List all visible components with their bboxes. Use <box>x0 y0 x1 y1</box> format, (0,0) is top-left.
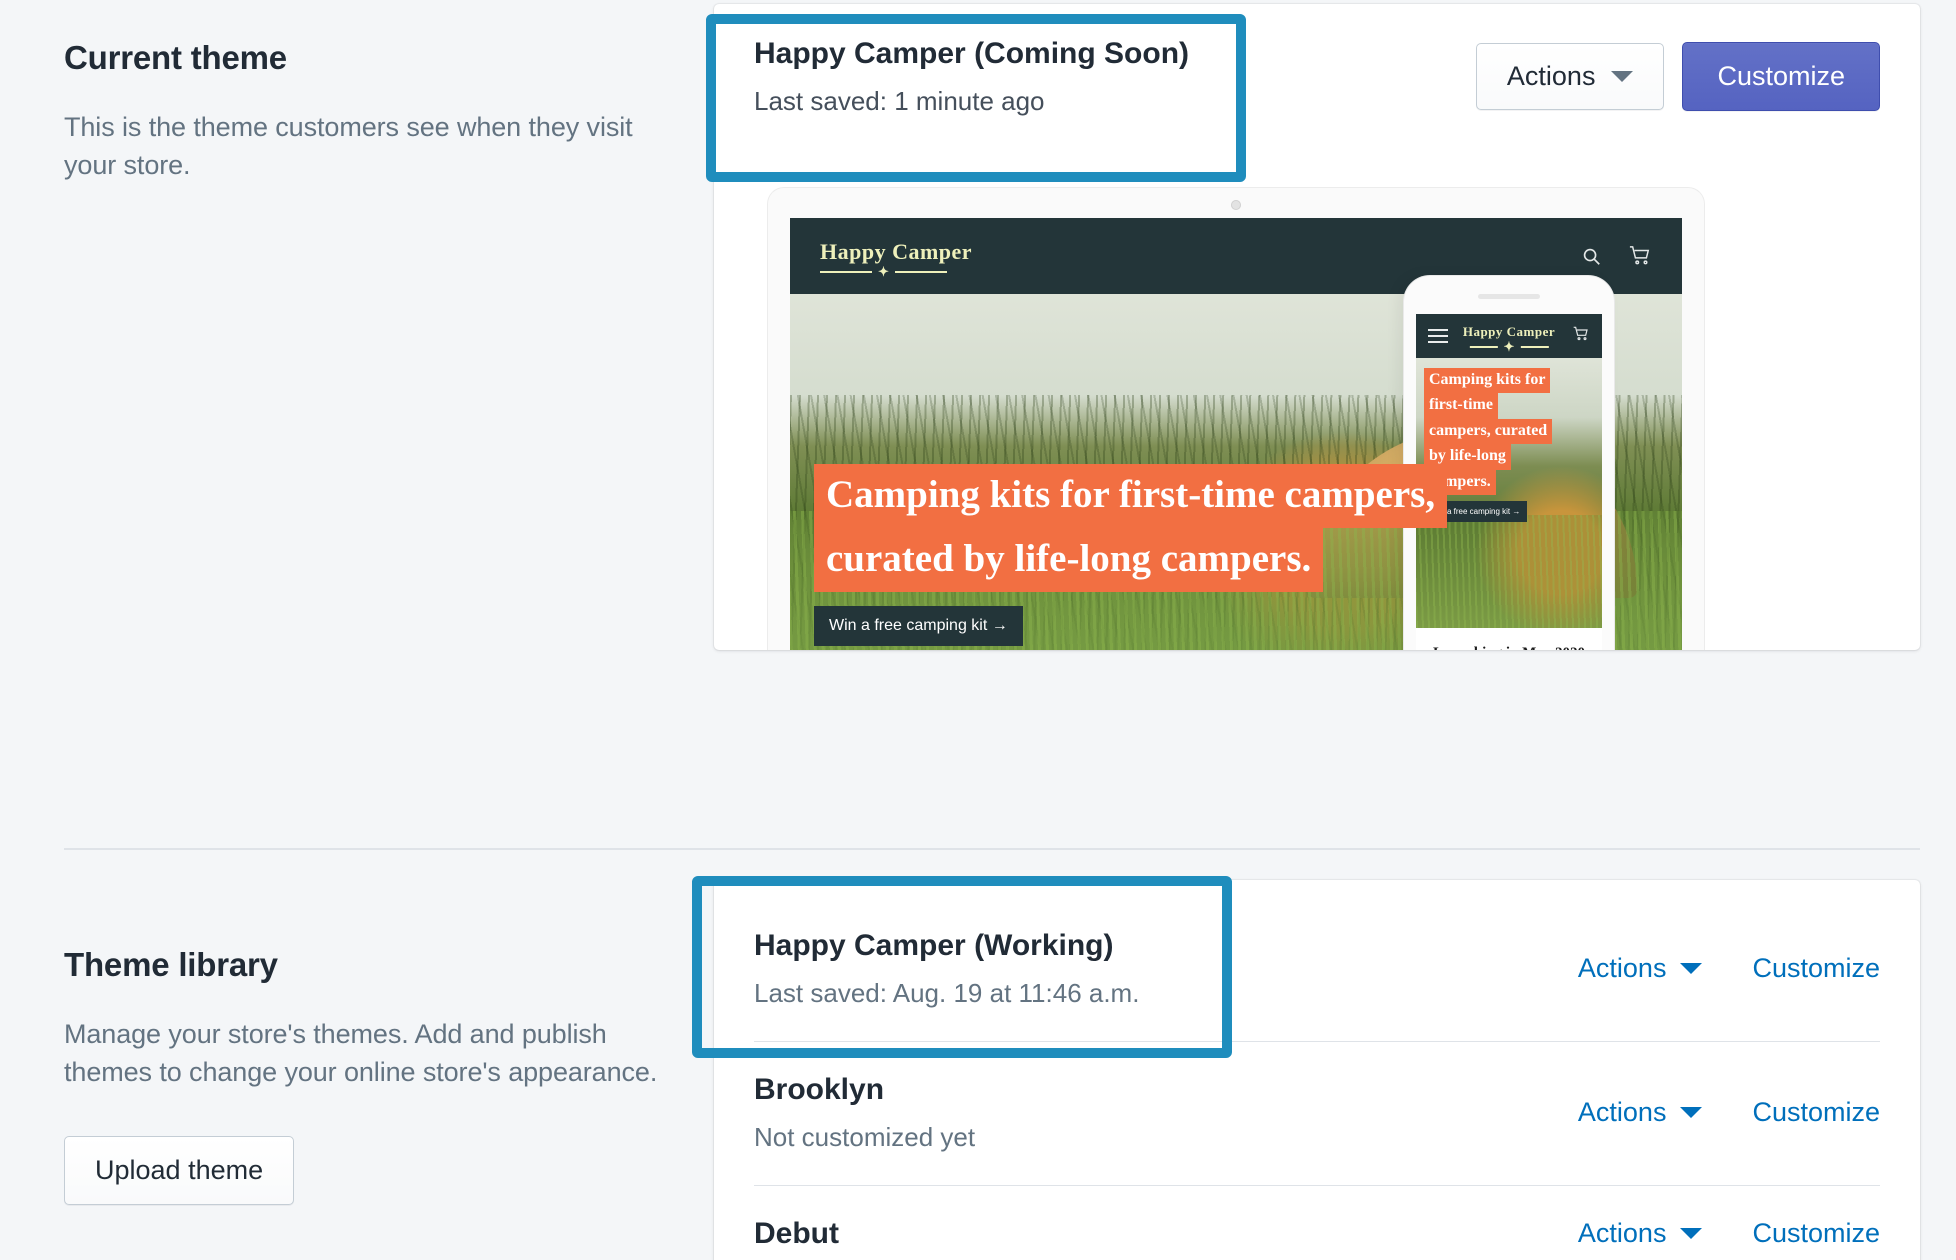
current-theme-button-group: Actions Customize <box>1475 41 1880 111</box>
theme-row-actions: Actions Customize <box>1578 953 1880 984</box>
customize-link[interactable]: Customize <box>1752 1218 1880 1249</box>
customize-link[interactable]: Customize <box>1752 1097 1880 1128</box>
theme-row-meta: Not customized yet <box>754 1121 976 1152</box>
current-theme-description: This is the theme customers see when the… <box>64 111 633 180</box>
mobile-hero-line-3: campers, curated <box>1424 418 1553 445</box>
actions-link[interactable]: Actions <box>1578 1218 1703 1249</box>
theme-row-name: Debut <box>754 1216 839 1250</box>
hero-cta-button[interactable]: Win a free camping kit → <box>814 606 1023 646</box>
mobile-hero-line-2: first-time <box>1424 393 1498 419</box>
mobile-storefront-logo: Happy Camper ✦ <box>1462 324 1556 353</box>
customize-button-label: Customize <box>1717 60 1845 91</box>
theme-row-actions: Actions Customize <box>1578 1097 1880 1128</box>
theme-row-info: Brooklyn Not customized yet <box>754 1070 975 1155</box>
mobile-logo-rule-icon: ✦ <box>1463 340 1555 353</box>
logo-rule-icon: ✦ <box>820 265 972 278</box>
hero-headline-line-1: Camping kits for first-time campers, <box>814 463 1448 528</box>
storefront-name: Happy Camper <box>820 239 973 264</box>
current-theme-name: Happy Camper (Coming Soon) <box>754 37 1190 70</box>
current-theme-header-row: Happy Camper (Coming Soon) Last saved: 1… <box>714 4 1920 141</box>
cart-icon <box>1573 326 1588 340</box>
actions-link-label: Actions <box>1577 952 1667 983</box>
speaker-icon <box>1478 294 1540 299</box>
upload-theme-button[interactable]: Upload theme <box>64 1136 295 1206</box>
hamburger-menu-icon[interactable] <box>1428 325 1448 347</box>
mobile-hero-line-1: Camping kits for <box>1424 368 1551 394</box>
table-row[interactable]: Happy Camper (Working) Last saved: Aug. … <box>714 880 1920 1041</box>
chevron-down-icon <box>1680 1106 1703 1118</box>
webcam-icon <box>1231 200 1241 210</box>
search-icon <box>1583 248 1600 265</box>
table-row[interactable]: Debut Actions Customize <box>714 1186 1920 1260</box>
section-divider <box>64 848 1920 850</box>
actions-button[interactable]: Actions <box>1475 42 1665 110</box>
storefront-logo: Happy Camper ✦ <box>820 239 973 278</box>
current-theme-heading: Current theme <box>64 39 287 76</box>
customize-button[interactable]: Customize <box>1682 41 1880 111</box>
theme-row-info: Happy Camper (Working) Last saved: Aug. … <box>754 926 1139 1011</box>
actions-link-label: Actions <box>1577 1096 1667 1127</box>
actions-button-label: Actions <box>1506 60 1596 91</box>
mobile-storefront-header: Happy Camper ✦ <box>1416 314 1602 358</box>
actions-link[interactable]: Actions <box>1578 953 1703 984</box>
table-row[interactable]: Brooklyn Not customized yet Actions Cust… <box>714 1042 1920 1185</box>
theme-row-meta: Last saved: Aug. 19 at 11:46 a.m. <box>754 978 1140 1008</box>
theme-library-section-head: Theme library Manage your store's themes… <box>64 945 684 1206</box>
theme-row-name: Brooklyn <box>754 1072 885 1106</box>
current-theme-last-saved: Last saved: 1 minute ago <box>754 86 1045 116</box>
theme-preview: Happy Camper ✦ Camping kits for first-ti… <box>714 180 1920 650</box>
theme-library-heading: Theme library <box>64 946 278 983</box>
hero-copy: Camping kits for first-time campers, cur… <box>814 463 1682 646</box>
hero-headline-line-2: curated by life-long campers. <box>814 527 1324 592</box>
theme-library-description: Manage your store's themes. Add and publ… <box>64 1018 658 1087</box>
theme-row-info: Debut <box>754 1214 839 1253</box>
current-theme-info: Happy Camper (Coming Soon) Last saved: 1… <box>754 34 1189 119</box>
theme-row-name: Happy Camper (Working) <box>754 929 1114 962</box>
mobile-cart-icon-wrap <box>1572 326 1590 347</box>
customize-link[interactable]: Customize <box>1752 953 1880 984</box>
cart-icon <box>1629 246 1650 265</box>
theme-library-card: Happy Camper (Working) Last saved: Aug. … <box>714 880 1920 1260</box>
actions-link[interactable]: Actions <box>1578 1097 1703 1128</box>
chevron-down-icon <box>1680 962 1703 974</box>
mobile-storefront-name: Happy Camper <box>1462 324 1556 339</box>
chevron-down-icon <box>1680 1227 1703 1239</box>
themes-page: Current theme This is the theme customer… <box>0 0 1956 1260</box>
storefront-header-icons <box>1580 245 1652 267</box>
actions-link-label: Actions <box>1577 1217 1667 1248</box>
theme-row-actions: Actions Customize <box>1578 1218 1880 1249</box>
current-theme-section-head: Current theme This is the theme customer… <box>64 38 684 184</box>
chevron-down-icon <box>1611 70 1634 82</box>
